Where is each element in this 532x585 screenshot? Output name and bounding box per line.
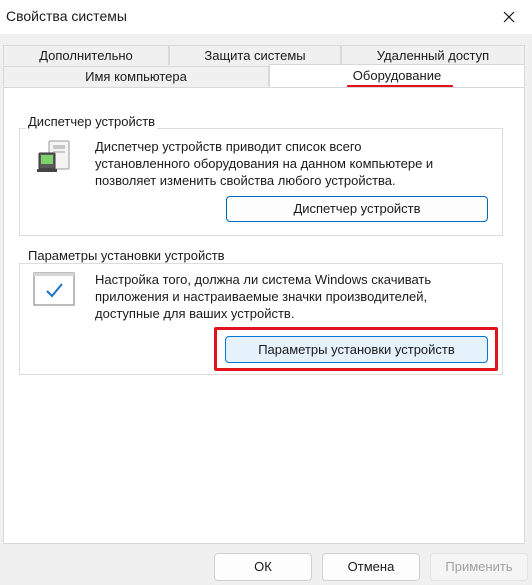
device-install-settings-button[interactable]: Параметры установки устройств xyxy=(225,336,488,363)
install-settings-desc-line: приложения и настраиваемые значки произв… xyxy=(95,289,428,304)
device-manager-desc-line: Диспетчер устройств приводит список всег… xyxy=(95,139,362,154)
device-install-settings-description: Настройка того, должна ли система Window… xyxy=(95,271,485,322)
tab-remote-access[interactable]: Удаленный доступ xyxy=(341,45,525,65)
device-install-settings-group-title: Параметры установки устройств xyxy=(26,248,227,263)
apply-button[interactable]: Применить xyxy=(430,553,528,581)
title-bar: Свойства системы xyxy=(0,0,532,34)
device-manager-group-title: Диспетчер устройств xyxy=(26,114,158,129)
tab-advanced[interactable]: Дополнительно xyxy=(3,45,169,65)
ok-button[interactable]: ОК xyxy=(214,553,312,581)
device-install-settings-icon xyxy=(33,272,75,306)
device-manager-button[interactable]: Диспетчер устройств xyxy=(226,196,488,222)
close-icon xyxy=(503,11,515,23)
cancel-button[interactable]: Отмена xyxy=(322,553,420,581)
close-button[interactable] xyxy=(486,0,532,34)
install-settings-desc-line: доступные для ваших устройств. xyxy=(95,306,295,321)
tab-system-protection[interactable]: Защита системы xyxy=(169,45,341,65)
device-manager-desc-line: позволяет изменить свойства любого устро… xyxy=(95,173,396,188)
device-manager-desc-line: установленного оборудования на данном ко… xyxy=(95,156,434,171)
tab-computer-name[interactable]: Имя компьютера xyxy=(3,66,269,86)
window-title: Свойства системы xyxy=(6,8,127,24)
device-manager-icon xyxy=(37,140,70,172)
tab-hardware[interactable]: Оборудование xyxy=(269,64,525,87)
device-manager-description: Диспетчер устройств приводит список всег… xyxy=(95,138,485,189)
install-settings-desc-line: Настройка того, должна ли система Window… xyxy=(95,272,432,287)
